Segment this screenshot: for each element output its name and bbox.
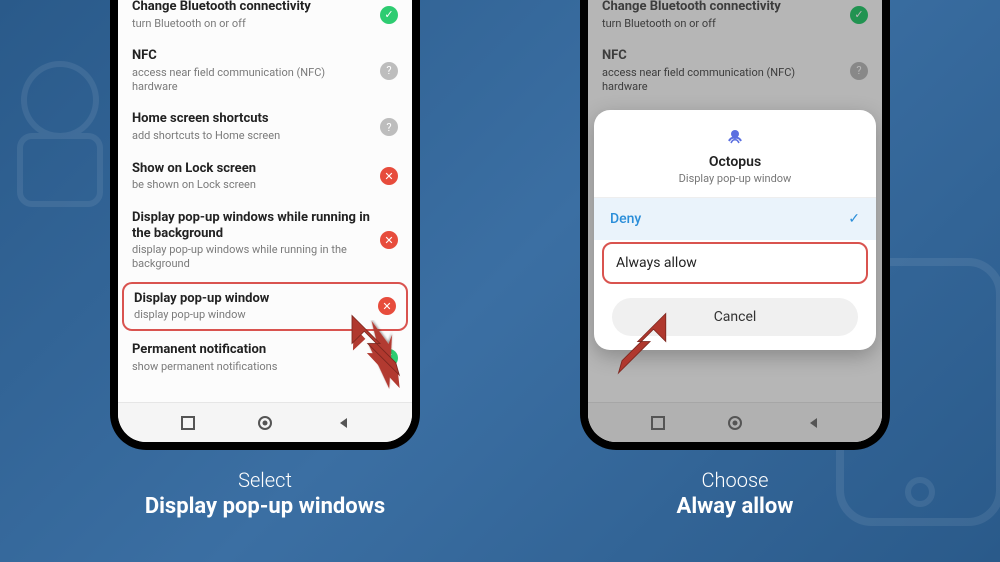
home-button[interactable] [257,415,273,431]
perm-popup-bg[interactable]: Display pop-up windows while running in … [132,201,398,280]
cancel-label: Cancel [714,309,757,325]
perm-subtitle: add shortcuts to Home screen [132,129,370,143]
perm-subtitle: display pop-up windows while running in … [132,243,370,271]
option-allow-label: Always allow [616,255,697,271]
perm-title: Show on Lock screen [132,161,370,177]
perm-subtitle: access near field communication (NFC) ha… [132,66,370,94]
cancel-button[interactable]: Cancel [612,298,858,336]
dialog-app-name: Octopus [606,154,864,170]
caption-line2: Alway allow [677,494,794,519]
perm-title: Change Bluetooth connectivity [132,0,370,15]
perm-subtitle: turn Bluetooth on or off [132,17,370,31]
perm-title: Display pop-up windows while running in … [132,210,370,241]
dialog-subtitle: Display pop-up window [606,172,864,185]
perm-home-shortcuts[interactable]: Home screen shortcuts add shortcuts to H… [132,102,398,151]
perm-title: Home screen shortcuts [132,111,370,127]
option-deny-label: Deny [610,211,641,227]
perm-popup-window[interactable]: Display pop-up window display pop-up win… [122,282,408,331]
option-always-allow[interactable]: Always allow [602,242,868,284]
perm-permanent-notif[interactable]: Permanent notification show permanent no… [132,333,398,382]
perm-subtitle: be shown on Lock screen [132,178,370,192]
checkmark-icon: ✓ [848,211,860,227]
phone-left: Change Bluetooth connectivity turn Bluet… [110,0,420,519]
question-icon: ? [380,62,398,80]
phone-right: Change Bluetooth connectivity turn Bluet… [580,0,890,519]
option-deny[interactable]: Deny ✓ [594,197,876,240]
x-icon: ✕ [380,167,398,185]
perm-title: NFC [132,48,370,64]
perm-title: Permanent notification [132,342,370,358]
perm-subtitle: show permanent notifications [132,360,370,374]
perm-bluetooth[interactable]: Change Bluetooth connectivity turn Bluet… [132,0,398,39]
x-icon: ✕ [380,231,398,249]
check-icon: ✓ [380,349,398,367]
check-icon: ✓ [380,6,398,24]
perm-subtitle: display pop-up window [134,308,368,322]
recent-apps-button[interactable] [180,415,196,431]
android-navbar [118,402,412,442]
caption-line2: Display pop-up windows [145,494,385,519]
x-icon: ✕ [378,297,396,315]
permissions-list: Change Bluetooth connectivity turn Bluet… [118,0,412,402]
caption-line1: Select [145,468,385,492]
back-button[interactable] [335,415,351,431]
caption-line1: Choose [677,468,794,492]
caption-right: Choose Alway allow [677,468,794,519]
caption-left: Select Display pop-up windows [145,468,385,519]
perm-nfc[interactable]: NFC access near field communication (NFC… [132,39,398,102]
permission-dialog: Octopus Display pop-up window Deny ✓ Alw… [594,110,876,350]
octopus-icon [724,126,746,148]
question-icon: ? [380,118,398,136]
perm-title: Display pop-up window [134,291,368,307]
perm-lockscreen[interactable]: Show on Lock screen be shown on Lock scr… [132,152,398,201]
